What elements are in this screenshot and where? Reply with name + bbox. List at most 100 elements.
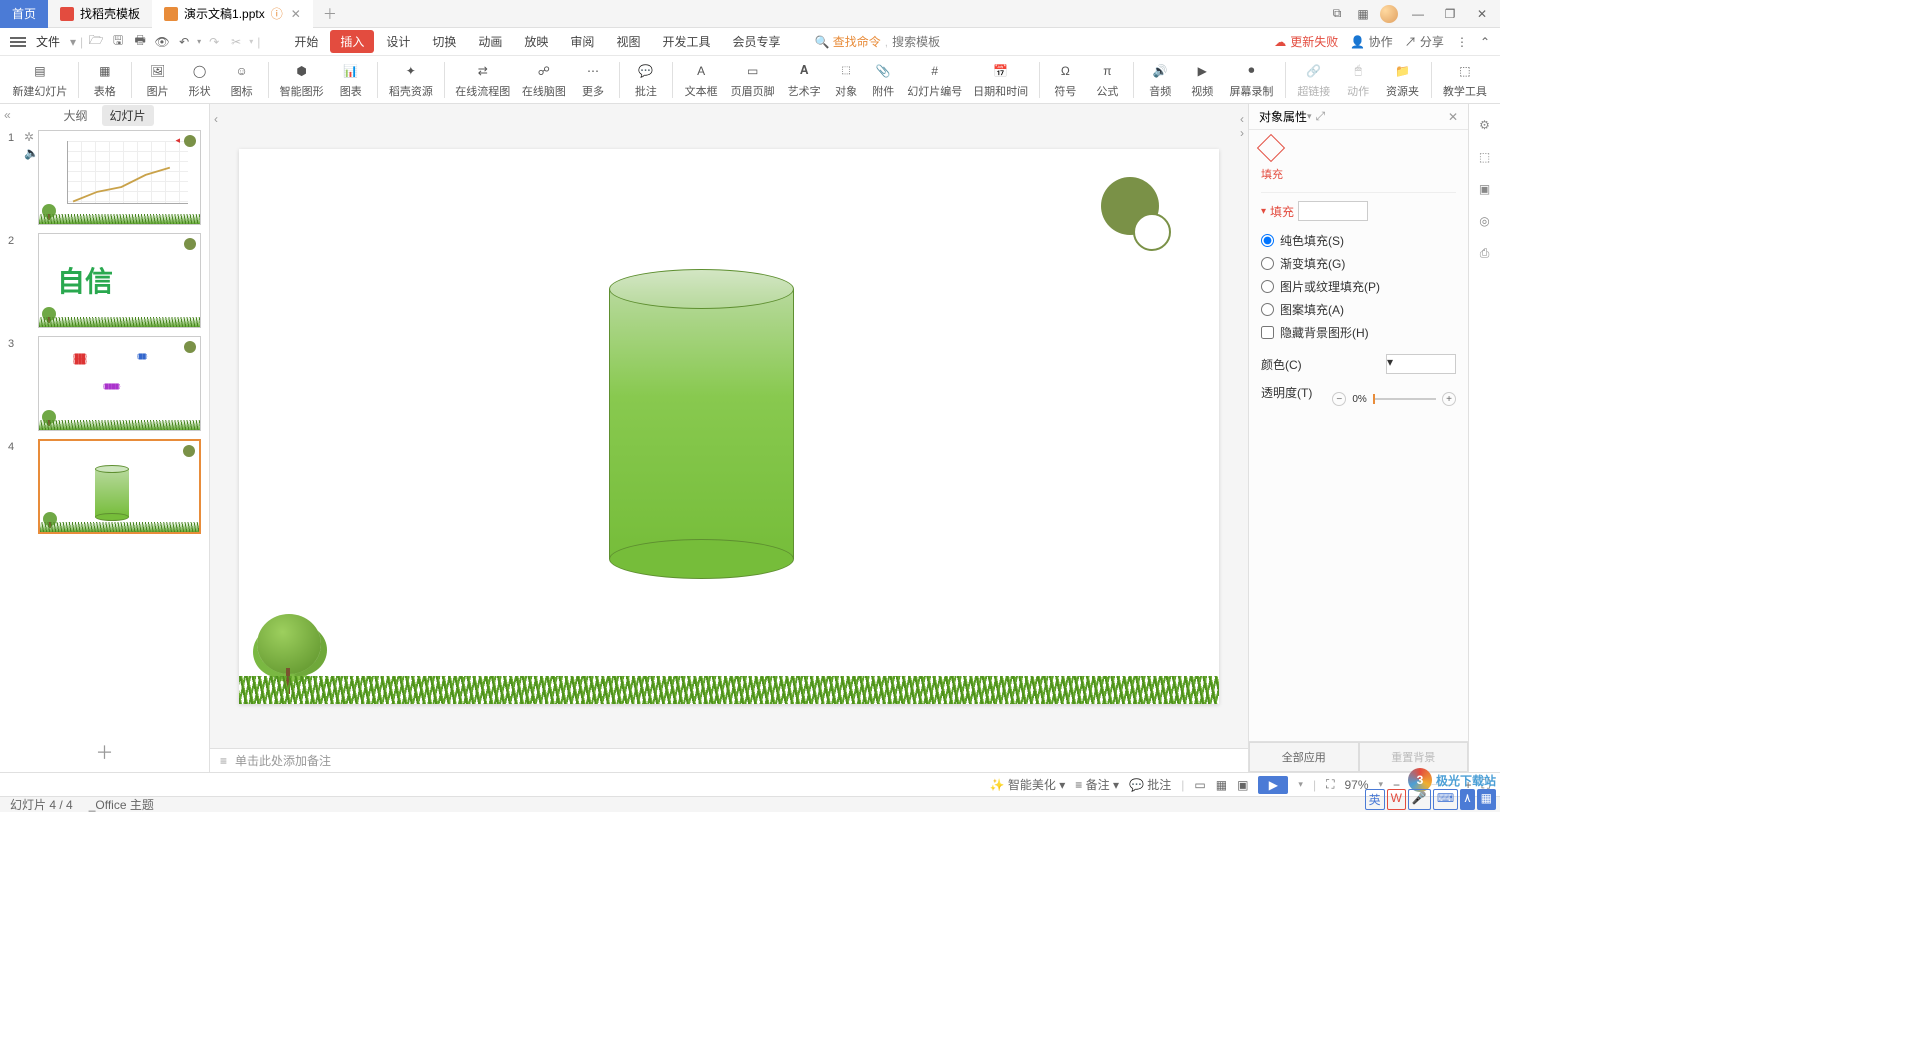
view-reading-icon[interactable]: ▣ xyxy=(1237,778,1248,792)
view-sorter-icon[interactable]: ▦ xyxy=(1216,778,1227,792)
ribbon-table[interactable]: ▦表格 xyxy=(85,59,125,101)
ribbon-symbol[interactable]: Ω符号 xyxy=(1045,59,1085,101)
menu-view[interactable]: 视图 xyxy=(606,30,650,53)
maximize-button[interactable]: ❐ xyxy=(1438,2,1462,26)
radio-solid[interactable]: 纯色填充(S) xyxy=(1261,229,1456,252)
ribbon-textbox[interactable]: A文本框 xyxy=(679,59,724,101)
menu-review[interactable]: 审阅 xyxy=(560,30,604,53)
add-slide-button[interactable]: ＋ xyxy=(0,732,209,772)
ribbon-more[interactable]: ⋯更多 xyxy=(573,59,613,101)
tab-home[interactable]: 首页 xyxy=(0,0,48,28)
opacity-minus[interactable]: − xyxy=(1332,392,1346,406)
menu-devtools[interactable]: 开发工具 xyxy=(652,30,720,53)
ribbon-chart[interactable]: 📊图表 xyxy=(331,59,371,101)
ribbon-slidenumber[interactable]: #幻灯片编号 xyxy=(903,59,967,101)
thumbnail-1[interactable]: ◂ xyxy=(38,130,201,225)
ribbon-flowchart[interactable]: ⇄在线流程图 xyxy=(451,59,515,101)
opacity-plus[interactable]: + xyxy=(1442,392,1456,406)
open-icon[interactable]: 🗁 xyxy=(87,33,105,51)
ribbon-icon[interactable]: ☺图标 xyxy=(222,59,262,101)
ribbon-new-slide[interactable]: ▤新建幻灯片 xyxy=(8,59,72,101)
color-picker[interactable]: ▾ xyxy=(1386,354,1456,374)
menu-transition[interactable]: 切换 xyxy=(422,30,466,53)
menu-slideshow[interactable]: 放映 xyxy=(514,30,558,53)
fit-icon[interactable]: ⛶ xyxy=(1326,777,1334,792)
apps-icon[interactable]: ▦ xyxy=(1354,5,1372,23)
canvas-nav-right[interactable]: ‹› xyxy=(1240,112,1244,140)
notes-bar[interactable]: ≡ 单击此处添加备注 xyxy=(210,748,1248,772)
save-icon[interactable]: 🖫 xyxy=(109,33,127,51)
minimize-button[interactable]: — xyxy=(1406,2,1430,26)
rail-settings-icon[interactable]: ⚙ xyxy=(1476,116,1494,134)
ribbon-picture[interactable]: 🖼图片 xyxy=(138,59,178,101)
notes-button[interactable]: ≡ 备注 ▾ xyxy=(1075,776,1119,793)
collapse-icon[interactable]: « xyxy=(4,108,11,122)
menu-member[interactable]: 会员专享 xyxy=(722,30,790,53)
ribbon-mindmap[interactable]: ☍在线脑图 xyxy=(517,59,571,101)
search-cmd-icon[interactable]: 🔍 查找命令 xyxy=(814,33,880,50)
share-button[interactable]: ↗ 分享 xyxy=(1405,33,1444,50)
menu-insert[interactable]: 插入 xyxy=(330,30,374,53)
ribbon-wordart[interactable]: 𝐀艺术字 xyxy=(782,59,827,101)
collapse-ribbon-icon[interactable]: ⌃ xyxy=(1480,35,1490,49)
cut-icon[interactable]: ✂ xyxy=(227,33,245,51)
ribbon-video[interactable]: ▶视频 xyxy=(1182,59,1222,101)
rail-style-icon[interactable]: ⬚ xyxy=(1476,148,1494,166)
ribbon-attachment[interactable]: 📎附件 xyxy=(866,59,901,101)
ribbon-shape[interactable]: ◯形状 xyxy=(180,59,220,101)
more-icon[interactable]: ⋮ xyxy=(1456,35,1468,49)
sp-tab-slides[interactable]: 幻灯片 xyxy=(102,105,154,126)
layout-icon[interactable]: ⧉ xyxy=(1328,5,1346,23)
ribbon-datetime[interactable]: 📅日期和时间 xyxy=(969,59,1033,101)
avatar[interactable] xyxy=(1380,5,1398,23)
redo-icon[interactable]: ↷ xyxy=(205,33,223,51)
check-hidebg[interactable]: 隐藏背景图形(H) xyxy=(1261,321,1456,344)
ribbon-audio[interactable]: 🔊音频 xyxy=(1140,59,1180,101)
new-tab-button[interactable]: ＋ xyxy=(313,4,347,24)
thumbnail-2[interactable]: 自信 xyxy=(38,233,201,328)
menu-design[interactable]: 设计 xyxy=(376,30,420,53)
canvas-nav-left[interactable]: ‹ xyxy=(214,112,218,126)
print-icon[interactable]: 🖶 xyxy=(131,33,149,51)
opacity-slider[interactable] xyxy=(1373,398,1436,400)
prop-tab-fill[interactable] xyxy=(1261,138,1456,158)
rail-location-icon[interactable]: ◎ xyxy=(1476,212,1494,230)
rail-help-icon[interactable]: ⎙ xyxy=(1476,244,1494,262)
view-normal-icon[interactable]: ▭ xyxy=(1194,778,1205,792)
sp-tab-outline[interactable]: 大纲 xyxy=(55,105,95,126)
search-input[interactable] xyxy=(892,35,972,49)
print-preview-icon[interactable]: 👁 xyxy=(153,33,171,51)
ribbon-headerfooter[interactable]: ▭页眉页脚 xyxy=(725,59,779,101)
radio-pattern[interactable]: 图案填充(A) xyxy=(1261,298,1456,321)
coop-button[interactable]: 👤 协作 xyxy=(1350,33,1392,50)
radio-gradient[interactable]: 渐变填充(G) xyxy=(1261,252,1456,275)
file-menu[interactable]: 文件 xyxy=(36,33,60,50)
slide-canvas[interactable] xyxy=(239,149,1219,704)
ribbon-annotate[interactable]: 💬批注 xyxy=(626,59,666,101)
hamburger-icon[interactable] xyxy=(10,37,26,47)
fill-preset-dropdown[interactable] xyxy=(1298,201,1368,221)
tab-presentation[interactable]: 演示文稿1.pptx ⓘ ✕ xyxy=(152,0,313,28)
close-button[interactable]: ✕ xyxy=(1470,2,1494,26)
thumbnail-3[interactable]: {███}{███} {██} {████} xyxy=(38,336,201,431)
ribbon-smartart[interactable]: ⬢智能图形 xyxy=(275,59,329,101)
beautify-button[interactable]: ✨ 智能美化 ▾ xyxy=(990,776,1066,793)
thumbnail-4[interactable] xyxy=(38,439,201,534)
tab-templates[interactable]: 找稻壳模板 xyxy=(48,0,152,28)
play-button[interactable]: ▶ xyxy=(1258,776,1288,794)
annotate-button[interactable]: 💬 批注 xyxy=(1129,776,1171,793)
ribbon-screenrec[interactable]: ⏺屏幕录制 xyxy=(1224,59,1278,101)
ribbon-doker[interactable]: ✦稻壳资源 xyxy=(384,59,438,101)
rail-layers-icon[interactable]: ▣ xyxy=(1476,180,1494,198)
undo-icon[interactable]: ↶ xyxy=(175,33,193,51)
ribbon-object[interactable]: ⬚对象 xyxy=(829,59,864,101)
radio-picture[interactable]: 图片或纹理填充(P) xyxy=(1261,275,1456,298)
close-icon[interactable]: ✕ xyxy=(291,7,301,21)
close-panel-icon[interactable]: ✕ xyxy=(1448,110,1458,124)
ribbon-teachtools[interactable]: ⬚教学工具 xyxy=(1438,59,1492,101)
pin-icon[interactable]: ⤢ xyxy=(1316,109,1326,124)
ribbon-resource[interactable]: 📁资源夹 xyxy=(1380,59,1425,101)
apply-all-button[interactable]: 全部应用 xyxy=(1249,742,1359,772)
menu-animation[interactable]: 动画 xyxy=(468,30,512,53)
cylinder-shape[interactable] xyxy=(609,269,794,579)
